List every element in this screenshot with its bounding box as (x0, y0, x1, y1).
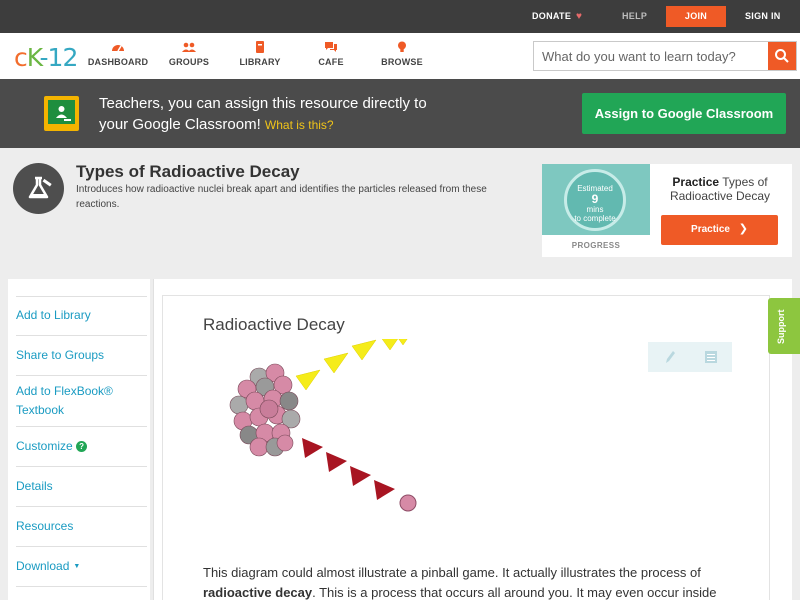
nav-groups[interactable]: GROUPS (154, 41, 224, 67)
nav-library-label: LIBRARY (239, 57, 281, 67)
sidebar-item-customize[interactable]: Customize ? (16, 426, 147, 466)
customize-label: Customize (16, 439, 73, 453)
progress-panel: Estimated 9 mins to complete (542, 164, 650, 235)
logo-c: c (14, 43, 28, 72)
banner-message: Teachers, you can assign this resource d… (99, 93, 439, 136)
sidebar-item-add-to-library[interactable]: Add to Library (16, 296, 147, 335)
ck12-logo[interactable]: cK-12 (14, 43, 79, 72)
to-complete-label: to complete (574, 214, 616, 223)
donate-link[interactable]: DONATE ♥ (532, 0, 582, 33)
minutes-unit: mins (586, 205, 604, 214)
search-box (533, 41, 797, 71)
what-is-this-link[interactable]: What is this? (265, 118, 334, 132)
practice-button-label: Practice (691, 224, 730, 235)
vocab-term-radioactive-decay[interactable]: radioactive decay (203, 585, 313, 600)
sidebar-item-share-to-groups[interactable]: Share to Groups (16, 335, 147, 375)
google-classroom-icon (44, 96, 79, 131)
practice-title: Practice Types of Radioactive Decay (660, 175, 780, 203)
nav-dashboard[interactable]: DASHBOARD (83, 41, 153, 67)
main-content: Radioactive Decay This diagram could alm… (153, 279, 792, 600)
chevron-right-icon: ❯ (738, 223, 748, 235)
help-link[interactable]: HELP (622, 0, 647, 33)
banner-line1: Teachers, you can assign this resource d… (99, 95, 427, 112)
notes-button[interactable] (690, 342, 732, 372)
content-title: Radioactive Decay (203, 315, 345, 334)
main-nav: cK-12 DASHBOARD GROUPS LIBRARY CAFE BROW… (0, 33, 800, 79)
browse-icon (398, 41, 406, 52)
emitted-particle (399, 494, 417, 512)
join-button[interactable]: JOIN (666, 6, 726, 27)
nav-library[interactable]: LIBRARY (225, 41, 295, 67)
beta-particle-arrows (302, 438, 395, 500)
cafe-icon (325, 42, 337, 52)
help-icon[interactable]: ? (76, 441, 88, 452)
donate-label: DONATE (532, 11, 572, 21)
library-icon (256, 41, 264, 53)
alpha-particle-arrows (295, 339, 408, 391)
sidebar-item-details[interactable]: Details (16, 466, 147, 506)
sign-in-link[interactable]: SIGN IN (745, 0, 781, 33)
content-tools (648, 342, 732, 372)
paragraph-text-1: This diagram could almost illustrate a p… (203, 565, 701, 580)
quick-tips-heading: Quick Tips (16, 586, 147, 600)
search-icon (775, 49, 789, 63)
groups-icon (182, 42, 196, 52)
pencil-icon (666, 351, 675, 363)
nav-cafe[interactable]: CAFE (296, 41, 366, 67)
heart-icon: ♥ (575, 11, 583, 22)
caret-down-icon: ▼ (73, 563, 81, 570)
logo-12: -12 (39, 43, 79, 72)
assign-google-classroom-button[interactable]: Assign to Google Classroom (582, 93, 786, 134)
minutes-value: 9 (591, 192, 599, 206)
progress-label: PROGRESS (571, 241, 621, 250)
radioactive-decay-diagram (229, 339, 417, 512)
nav-groups-label: GROUPS (168, 57, 210, 67)
nav-browse-label: BROWSE (381, 57, 423, 67)
content-card: Radioactive Decay This diagram could alm… (162, 295, 770, 600)
sidebar: Add to Library Share to Groups Add to Fl… (8, 279, 150, 600)
dashboard-icon (112, 45, 124, 52)
sidebar-item-add-to-flexbook[interactable]: Add to FlexBook® Textbook (16, 375, 147, 426)
sidebar-item-download[interactable]: Download ▼ (16, 546, 147, 586)
banner-line2: your Google Classroom! (99, 116, 261, 133)
notes-icon (705, 351, 717, 363)
top-bar: DONATE ♥ HELP JOIN SIGN IN (0, 0, 800, 33)
page-title: Types of Radioactive Decay (76, 162, 300, 181)
practice-button[interactable]: Practice ❯ (661, 215, 778, 245)
nav-cafe-label: CAFE (318, 57, 344, 67)
practice-title-bold: Practice (672, 175, 720, 189)
nucleus (229, 363, 301, 457)
logo-k: K (26, 43, 41, 72)
practice-card: Estimated 9 mins to complete PROGRESS Pr… (542, 164, 792, 257)
nav-browse[interactable]: BROWSE (367, 41, 437, 67)
concept-icon (13, 163, 64, 214)
download-label: Download (16, 559, 70, 573)
support-label: Support (776, 309, 786, 345)
estimated-time-badge: Estimated 9 mins to complete (564, 169, 626, 231)
sidebar-item-resources[interactable]: Resources (16, 506, 147, 546)
annotate-button[interactable] (648, 342, 690, 372)
search-button[interactable] (768, 42, 796, 70)
search-input[interactable] (534, 42, 768, 70)
page-description: Introduces how radioactive nuclei break … (76, 184, 487, 210)
lab-flask-icon (28, 176, 52, 199)
content-paragraph: This diagram could almost illustrate a p… (203, 563, 733, 600)
support-tab[interactable]: Support (768, 298, 800, 354)
nav-dashboard-label: DASHBOARD (87, 57, 149, 67)
